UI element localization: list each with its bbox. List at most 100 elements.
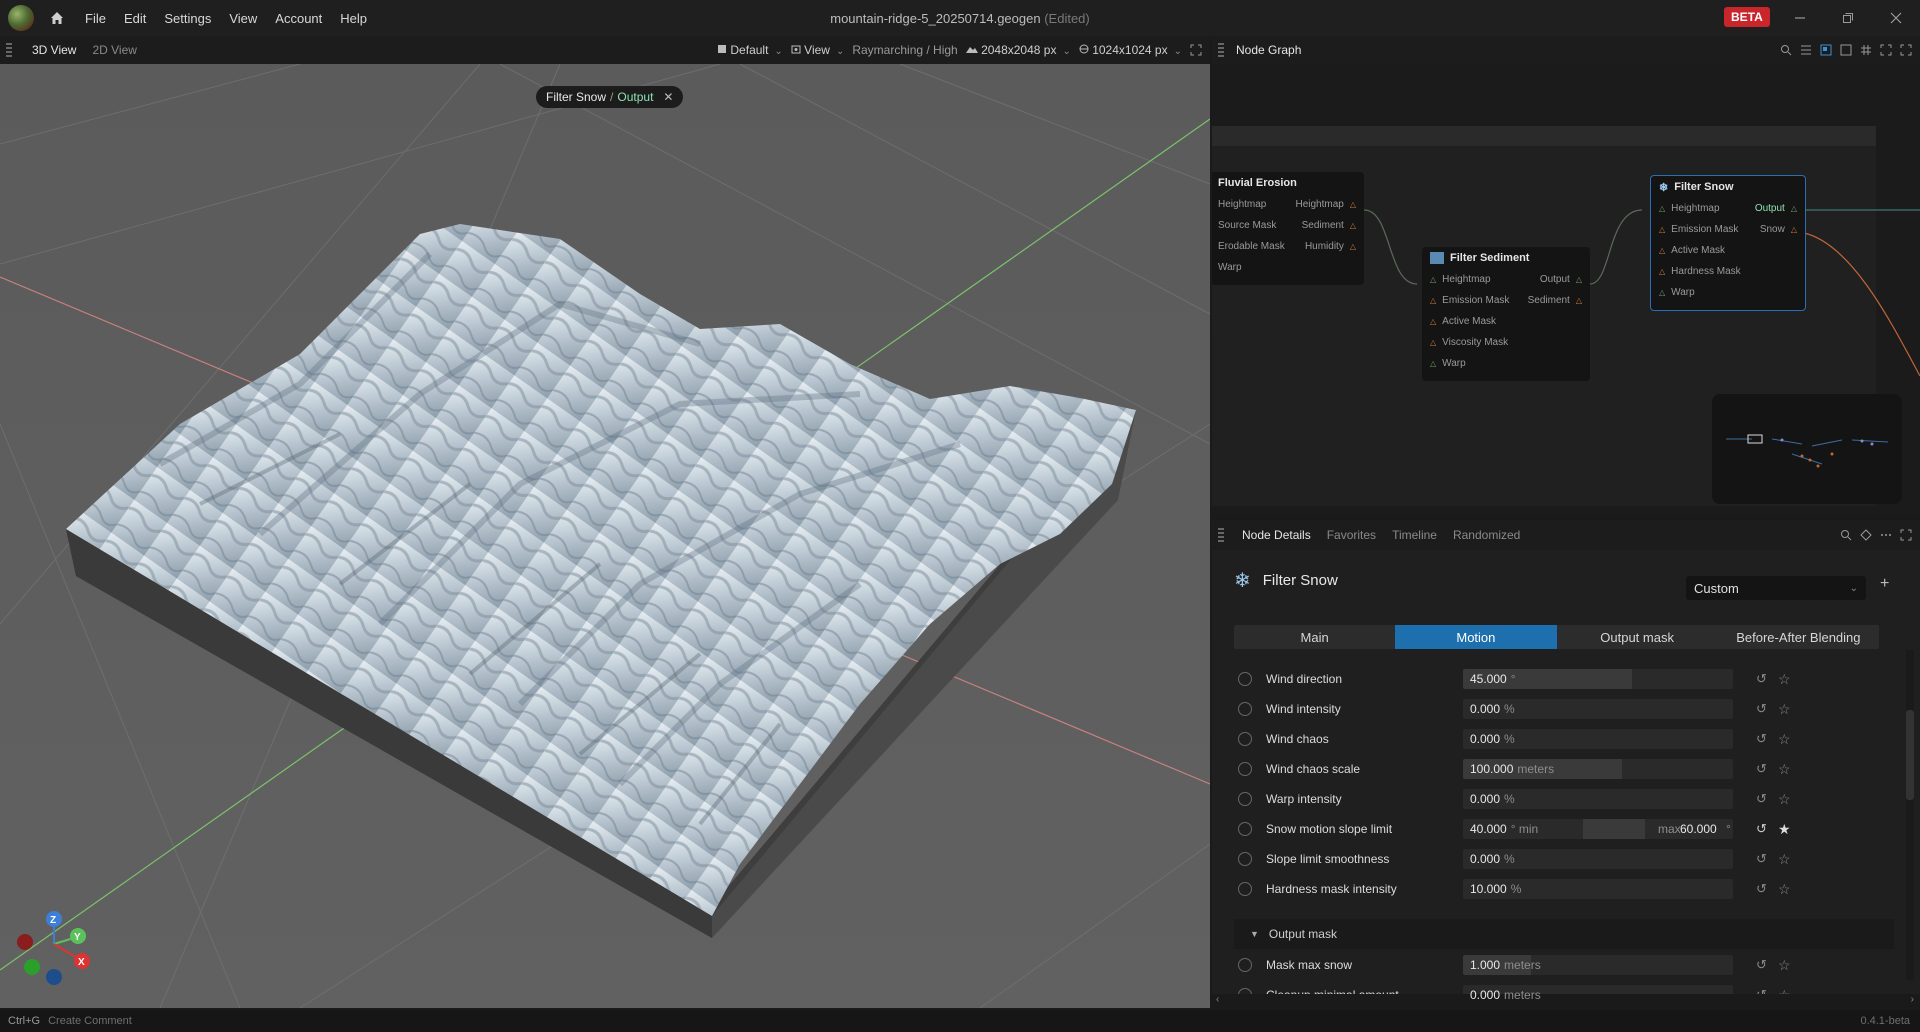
view-select[interactable]: View ⌄ — [791, 43, 844, 57]
panel-grip-icon[interactable] — [1218, 528, 1224, 542]
chevron-left-icon[interactable]: ‹ — [1216, 994, 1219, 1005]
reset-icon[interactable]: ↺ — [1756, 761, 1767, 777]
port-output[interactable]: Output — [1755, 203, 1785, 214]
menu-edit[interactable]: Edit — [115, 11, 155, 26]
axis-gizmo[interactable]: Z Y X — [12, 909, 92, 989]
port-output[interactable]: Sediment — [1528, 295, 1570, 306]
expose-radio[interactable] — [1238, 702, 1252, 716]
preview-resolution-select[interactable]: 1024x1024 px ⌄ — [1079, 43, 1182, 57]
star-icon[interactable]: ☆ — [1778, 791, 1791, 808]
port-input[interactable]: Emission Mask — [1442, 295, 1509, 306]
fullscreen-icon[interactable] — [1900, 529, 1912, 541]
menu-file[interactable]: File — [76, 11, 115, 26]
range-field[interactable]: 40.000 ° min max 60.000 ° — [1463, 819, 1733, 839]
focus-icon[interactable] — [1880, 44, 1892, 56]
preset-dropdown[interactable]: Custom ⌄ — [1686, 576, 1866, 600]
tab-timeline[interactable]: Timeline — [1384, 528, 1445, 542]
search-icon[interactable] — [1780, 44, 1792, 56]
star-icon[interactable]: ☆ — [1778, 851, 1791, 868]
tab-randomized[interactable]: Randomized — [1445, 528, 1528, 542]
param-field[interactable]: 100.000 meters — [1463, 759, 1733, 779]
breadcrumb-node[interactable]: Filter Snow — [546, 90, 606, 104]
reset-icon[interactable]: ↺ — [1756, 671, 1767, 687]
menu-view[interactable]: View — [220, 11, 266, 26]
reset-icon[interactable]: ↺ — [1756, 881, 1767, 897]
port-output[interactable]: Heightmap — [1295, 199, 1343, 210]
breadcrumb-port[interactable]: Output — [617, 90, 653, 104]
reset-icon[interactable]: ↺ — [1756, 851, 1767, 867]
chevron-right-icon[interactable]: › — [1911, 994, 1914, 1005]
panel-grip-icon[interactable] — [1218, 43, 1224, 57]
subtab-main[interactable]: Main — [1234, 625, 1395, 649]
param-field[interactable]: 0.000% — [1463, 789, 1733, 809]
param-field[interactable]: 45.000 ° — [1463, 669, 1733, 689]
details-horizontal-scrollbar[interactable]: ‹ › — [1212, 994, 1920, 1008]
home-icon[interactable] — [48, 9, 66, 27]
port-input[interactable]: Warp — [1671, 287, 1695, 298]
close-icon[interactable]: ✕ — [663, 90, 673, 104]
port-input[interactable]: Active Mask — [1442, 316, 1496, 327]
preset-select[interactable]: Default ⌄ — [717, 43, 783, 57]
menu-help[interactable]: Help — [331, 11, 376, 26]
more-icon[interactable] — [1880, 529, 1892, 541]
reset-icon[interactable]: ↺ — [1756, 701, 1767, 717]
3d-viewport[interactable]: Z Y X — [0, 64, 1210, 1008]
tab-node-details[interactable]: Node Details — [1234, 528, 1319, 542]
reset-icon[interactable]: ↺ — [1756, 821, 1767, 837]
star-filled-icon[interactable]: ★ — [1778, 821, 1791, 838]
node-filter-sediment[interactable]: Filter Sediment △ Heightmap Output △ △ Emiss… — [1422, 247, 1590, 381]
minimize-icon[interactable] — [1776, 0, 1824, 36]
star-icon[interactable]: ☆ — [1778, 671, 1791, 688]
port-output[interactable]: Sediment — [1302, 220, 1344, 231]
menu-account[interactable]: Account — [266, 11, 331, 26]
param-field[interactable]: 0.000% — [1463, 729, 1733, 749]
tab-2d-view[interactable]: 2D View — [84, 43, 144, 57]
star-icon[interactable]: ☆ — [1778, 701, 1791, 718]
subtab-motion[interactable]: Motion — [1395, 625, 1557, 649]
graph-minimap[interactable] — [1712, 394, 1902, 504]
port-input[interactable]: Source Mask — [1218, 220, 1276, 231]
subtab-before-after-blending[interactable]: Before-After Blending — [1718, 625, 1879, 649]
range-max-value[interactable]: 60.000 — [1680, 822, 1717, 836]
diamond-icon[interactable] — [1860, 529, 1872, 541]
range-min-value[interactable]: 40.000 — [1470, 822, 1507, 836]
layout-icon[interactable] — [1820, 44, 1832, 56]
port-input[interactable]: Heightmap — [1671, 203, 1719, 214]
port-input[interactable]: Active Mask — [1671, 245, 1725, 256]
expose-radio[interactable] — [1238, 958, 1252, 972]
fullscreen-icon[interactable] — [1190, 44, 1202, 56]
grid-icon[interactable] — [1860, 44, 1872, 56]
reset-icon[interactable]: ↺ — [1756, 957, 1767, 973]
search-icon[interactable] — [1840, 529, 1852, 541]
expose-radio[interactable] — [1238, 762, 1252, 776]
expose-radio[interactable] — [1238, 882, 1252, 896]
port-input[interactable]: Hardness Mask — [1671, 266, 1740, 277]
maximize-icon[interactable] — [1824, 0, 1872, 36]
node-fluvial-erosion[interactable]: Fluvial Erosion Heightmap Heightmap △ Sour… — [1212, 172, 1364, 285]
add-preset-icon[interactable]: + — [1880, 575, 1889, 593]
section-output-mask[interactable]: ▼ Output mask — [1234, 919, 1894, 949]
tab-favorites[interactable]: Favorites — [1319, 528, 1384, 542]
port-output[interactable]: Snow — [1760, 224, 1785, 235]
details-vertical-scrollbar[interactable] — [1906, 650, 1914, 980]
panel-grip-icon[interactable] — [6, 43, 12, 57]
star-icon[interactable]: ☆ — [1778, 761, 1791, 778]
expose-radio[interactable] — [1238, 672, 1252, 686]
param-field[interactable]: 0.000% — [1463, 699, 1733, 719]
port-output[interactable]: Output — [1540, 274, 1570, 285]
port-input[interactable]: Heightmap — [1442, 274, 1490, 285]
param-field[interactable]: 10.000% — [1463, 879, 1733, 899]
list-icon[interactable] — [1800, 44, 1812, 56]
fullscreen-icon[interactable] — [1900, 44, 1912, 56]
port-input[interactable]: Warp — [1218, 262, 1242, 273]
port-output[interactable]: Humidity — [1305, 241, 1344, 252]
port-input[interactable]: Emission Mask — [1671, 224, 1738, 235]
close-icon[interactable] — [1872, 0, 1920, 36]
port-input[interactable]: Heightmap — [1218, 199, 1266, 210]
port-input[interactable]: Warp — [1442, 358, 1466, 369]
param-field[interactable]: 0.000% — [1463, 849, 1733, 869]
expose-radio[interactable] — [1238, 732, 1252, 746]
beta-badge[interactable]: BETA — [1724, 7, 1770, 27]
expose-radio[interactable] — [1238, 792, 1252, 806]
star-icon[interactable]: ☆ — [1778, 881, 1791, 898]
